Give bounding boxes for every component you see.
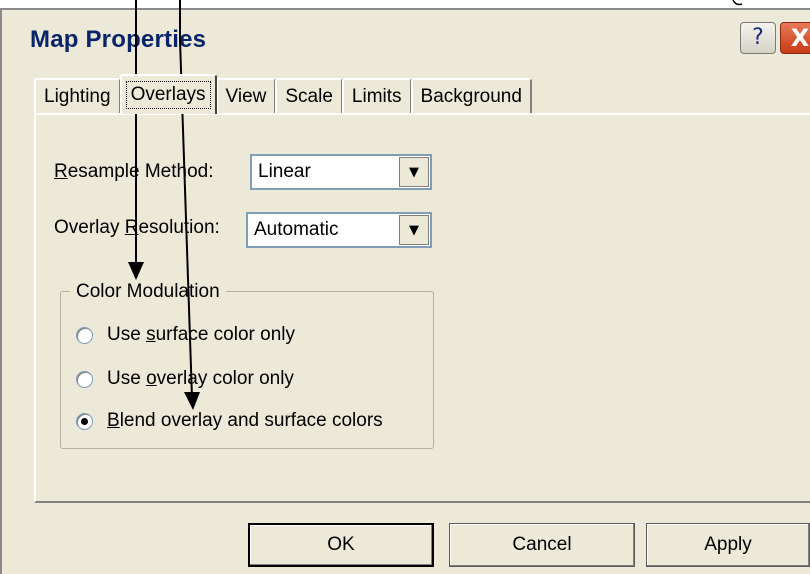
resample-method-label: Resample Method:: [54, 161, 214, 182]
resample-method-select[interactable]: Linear ▼: [250, 154, 432, 190]
overlay-resolution-label: Overlay Resolution:: [54, 217, 220, 238]
radio-button[interactable]: [76, 326, 93, 344]
overlay-resolution-select[interactable]: Automatic ▼: [246, 212, 432, 248]
chevron-down-icon[interactable]: ▼: [399, 215, 429, 245]
tab-strip: Lighting Overlays View Scale Limits Back…: [34, 74, 532, 114]
help-button[interactable]: ?: [740, 22, 776, 54]
tab-lighting[interactable]: Lighting: [34, 78, 121, 114]
color-modulation-title: Color Modulation: [70, 281, 226, 303]
tab-label: Scale: [285, 86, 333, 107]
radio-label: Use overlay color only: [107, 368, 294, 389]
radio-blend-colors[interactable]: Blend overlay and surface colors: [76, 410, 383, 432]
cancel-button[interactable]: Cancel: [449, 523, 635, 567]
ok-button[interactable]: OK: [248, 523, 434, 567]
radio-label: Use surface color only: [107, 324, 295, 345]
overlay-resolution-value: Automatic: [254, 219, 339, 240]
tab-overlays[interactable]: Overlays: [119, 74, 217, 114]
annotation-partial-glyph: [732, 0, 743, 6]
radio-overlay-color-only[interactable]: Use overlay color only: [76, 368, 294, 390]
radio-label: Blend overlay and surface colors: [107, 410, 383, 431]
tab-label: Background: [420, 86, 522, 107]
tab-label: Overlays: [125, 81, 211, 109]
close-icon: X: [790, 24, 810, 52]
window-title: Map Properties: [30, 26, 207, 53]
radio-button[interactable]: [76, 370, 93, 388]
tab-label: Lighting: [44, 86, 111, 107]
tab-label: Limits: [351, 86, 402, 107]
chevron-down-icon[interactable]: ▼: [399, 157, 429, 187]
apply-button[interactable]: Apply: [646, 523, 810, 567]
resample-method-value: Linear: [258, 161, 311, 182]
tab-background[interactable]: Background: [410, 78, 532, 114]
radio-button-selected[interactable]: [76, 412, 93, 430]
tab-limits[interactable]: Limits: [341, 78, 412, 114]
close-button[interactable]: X: [780, 22, 810, 54]
tab-scale[interactable]: Scale: [275, 78, 343, 114]
question-icon: ?: [752, 25, 764, 50]
tab-label: View: [225, 86, 267, 107]
radio-surface-color-only[interactable]: Use surface color only: [76, 324, 295, 346]
tab-view[interactable]: View: [215, 78, 277, 114]
